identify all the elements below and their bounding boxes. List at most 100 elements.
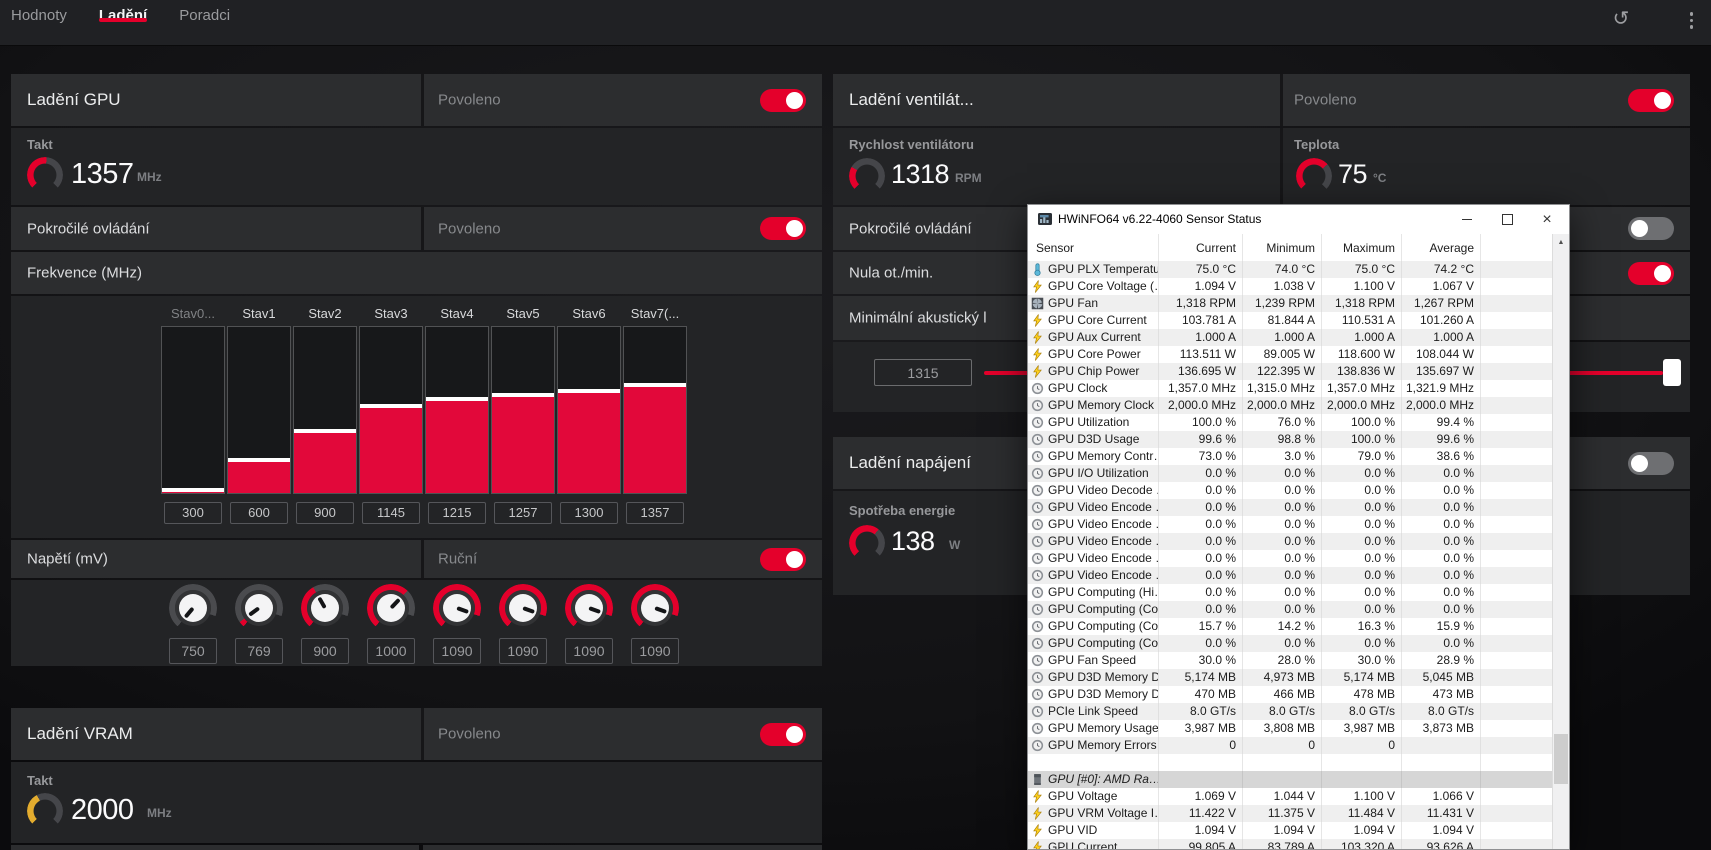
fan-tuning-toggle[interactable] [1628,89,1674,112]
voltage-knob[interactable] [631,584,679,632]
voltage-value[interactable]: 769 [235,638,283,664]
tab-hodnoty[interactable]: Hodnoty [11,0,67,24]
sensor-row[interactable]: GPU D3D Memory D…470 MB466 MB478 MB473 M… [1028,686,1553,703]
voltage-knob[interactable] [433,584,481,632]
sensor-row[interactable]: GPU Fan1,318 RPM1,239 RPM1,318 RPM1,267 … [1028,295,1553,312]
voltage-value[interactable]: 1000 [367,638,415,664]
gpu-tuning-toggle[interactable] [760,89,806,112]
sensor-row[interactable]: GPU Video Encode …0.0 %0.0 %0.0 %0.0 % [1028,516,1553,533]
sensor-value-cell [1322,754,1402,771]
hwinfo-scrollbar[interactable]: ▲ [1552,234,1569,849]
voltage-knob[interactable] [169,584,217,632]
gpu-advanced-toggle[interactable] [760,217,806,240]
column-header[interactable]: Sensor [1028,234,1159,261]
close-button[interactable]: × [1527,205,1567,234]
tab-ladění[interactable]: Ladění [99,0,147,24]
freq-state-value[interactable]: 1145 [362,502,420,524]
sensor-row[interactable]: GPU Video Decode …0.0 %0.0 %0.0 %0.0 % [1028,482,1553,499]
voltage-value[interactable]: 1090 [631,638,679,664]
power-tuning-toggle[interactable] [1628,452,1674,475]
freq-state-value[interactable]: 300 [164,502,222,524]
freq-state-value[interactable]: 1357 [626,502,684,524]
sensor-row[interactable]: GPU Core Power113.511 W89.005 W118.600 W… [1028,346,1553,363]
voltage-knob[interactable] [367,584,415,632]
reset-icon[interactable]: ↺ [1608,6,1634,32]
sensor-row[interactable]: GPU I/O Utilization0.0 %0.0 %0.0 %0.0 % [1028,465,1553,482]
sensor-row[interactable]: GPU Clock1,357.0 MHz1,315.0 MHz1,357.0 M… [1028,380,1553,397]
sensor-row[interactable]: GPU Computing (Hi…0.0 %0.0 %0.0 %0.0 % [1028,584,1553,601]
sensor-row[interactable]: GPU Core Current103.781 A81.844 A110.531… [1028,312,1553,329]
tab-poradci[interactable]: Poradci [179,0,230,24]
sensor-row[interactable]: GPU Memory Clock2,000.0 MHz2,000.0 MHz2,… [1028,397,1553,414]
freq-state-value[interactable]: 1215 [428,502,486,524]
sensor-row[interactable]: GPU Memory Contr…73.0 %3.0 %79.0 %38.6 % [1028,448,1553,465]
min-acoustic-slider-handle[interactable] [1663,359,1681,386]
hwinfo-window[interactable]: HWiNFO64 v6.22-4060 Sensor Status × Sens… [1027,204,1570,850]
column-header[interactable]: Maximum [1322,234,1402,261]
freq-state-value[interactable]: 900 [296,502,354,524]
sensor-row[interactable]: GPU Computing (Co…0.0 %0.0 %0.0 %0.0 % [1028,601,1553,618]
clock-icon [1031,501,1044,514]
sensor-row[interactable]: GPU Core Voltage (…1.094 V1.038 V1.100 V… [1028,278,1553,295]
freq-bar[interactable] [359,326,423,494]
voltage-knob[interactable] [235,584,283,632]
sensor-row[interactable]: GPU Video Encode …0.0 %0.0 %0.0 %0.0 % [1028,567,1553,584]
voltage-value[interactable]: 1090 [433,638,481,664]
sensor-row[interactable]: GPU Video Encode …0.0 %0.0 %0.0 %0.0 % [1028,533,1553,550]
sensor-row[interactable]: GPU Video Encode …0.0 %0.0 %0.0 %0.0 % [1028,550,1553,567]
temperature-label: Teplota [1294,137,1339,152]
sensor-row[interactable]: GPU PLX Temperature75.0 °C74.0 °C75.0 °C… [1028,261,1553,278]
freq-bar[interactable] [425,326,489,494]
freq-bar[interactable] [293,326,357,494]
column-header[interactable]: Average [1402,234,1481,261]
sensor-row[interactable]: GPU Current99.805 A83.789 A103.320 A93.6… [1028,839,1553,849]
freq-bar[interactable] [491,326,555,494]
sensor-row[interactable]: GPU Computing (Co…15.7 %14.2 %16.3 %15.9… [1028,618,1553,635]
clock-icon [1031,620,1044,633]
sensor-row[interactable]: GPU Aux Current1.000 A1.000 A1.000 A1.00… [1028,329,1553,346]
minimize-button[interactable] [1447,205,1487,234]
sensor-row[interactable]: GPU VRM Voltage I…11.422 V11.375 V11.484… [1028,805,1553,822]
voltage-value[interactable]: 900 [301,638,349,664]
sensor-row[interactable]: GPU Utilization100.0 %76.0 %100.0 %99.4 … [1028,414,1553,431]
voltage-value[interactable]: 1090 [565,638,613,664]
sensor-name-cell: GPU D3D Memory D… [1028,669,1159,686]
freq-bar[interactable] [161,326,225,494]
sensor-row[interactable]: GPU Chip Power136.695 W122.395 W138.836 … [1028,363,1553,380]
sensor-row[interactable]: GPU D3D Usage99.6 %98.8 %100.0 %99.6 % [1028,431,1553,448]
voltage-knob[interactable] [565,584,613,632]
fan-advanced-toggle[interactable] [1628,217,1674,240]
voltage-knob[interactable] [301,584,349,632]
voltage-value[interactable]: 1090 [499,638,547,664]
kebab-menu-icon[interactable] [1688,10,1696,31]
sensor-row[interactable]: GPU Voltage1.069 V1.044 V1.100 V1.066 V [1028,788,1553,805]
freq-state-value[interactable]: 1257 [494,502,552,524]
voltage-value[interactable]: 750 [169,638,217,664]
sensor-row[interactable]: GPU Fan Speed30.0 %28.0 %30.0 %28.9 % [1028,652,1553,669]
freq-bar[interactable] [557,326,621,494]
freq-state-value[interactable]: 600 [230,502,288,524]
freq-state-value[interactable]: 1300 [560,502,618,524]
maximize-button[interactable] [1487,205,1527,234]
sensor-row[interactable]: GPU D3D Memory D…5,174 MB4,973 MB5,174 M… [1028,669,1553,686]
freq-bar[interactable] [227,326,291,494]
scrollbar-thumb[interactable] [1554,734,1568,784]
sensor-group-row[interactable]: GPU [#0]: AMD Ra… [1028,771,1553,788]
voltage-knob[interactable] [499,584,547,632]
zero-rpm-toggle[interactable] [1628,262,1674,285]
sensor-name-cell: GPU Fan [1028,295,1159,312]
column-header[interactable]: Minimum [1243,234,1322,261]
sensor-row[interactable]: PCIe Link Speed8.0 GT/s8.0 GT/s8.0 GT/s8… [1028,703,1553,720]
sensor-row[interactable]: GPU Memory Usage3,987 MB3,808 MB3,987 MB… [1028,720,1553,737]
sensor-row[interactable]: GPU Computing (Co…0.0 %0.0 %0.0 %0.0 % [1028,635,1553,652]
sensor-row[interactable]: GPU Memory Errors000 [1028,737,1553,754]
vram-tuning-toggle[interactable] [760,723,806,746]
voltage-mode-toggle[interactable] [760,548,806,571]
column-header[interactable]: Current [1159,234,1243,261]
sensor-row[interactable]: GPU Video Encode …0.0 %0.0 %0.0 %0.0 % [1028,499,1553,516]
sensor-row[interactable]: GPU VID1.094 V1.094 V1.094 V1.094 V [1028,822,1553,839]
scroll-up-icon[interactable]: ▲ [1553,234,1569,251]
min-acoustic-input[interactable] [874,359,972,386]
hwinfo-titlebar[interactable]: HWiNFO64 v6.22-4060 Sensor Status × [1028,205,1569,234]
freq-bar[interactable] [623,326,687,494]
